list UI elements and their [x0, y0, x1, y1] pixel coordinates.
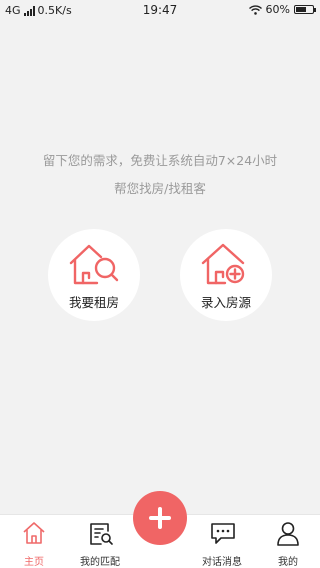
tab-my-matches[interactable]: 我的匹配: [68, 515, 132, 568]
tab-me-label: 我的: [278, 557, 298, 568]
enter-listing-button[interactable]: 录入房源: [180, 229, 272, 321]
status-bar: 4G 0.5K/s 19:47 60%: [0, 0, 320, 22]
home-icon: [23, 522, 45, 544]
user-icon: [277, 522, 299, 546]
tagline-line-1: 留下您的需求，免费让系统自动7×24小时: [42, 153, 278, 168]
tab-home[interactable]: 主页: [2, 515, 66, 568]
house-search-icon: [69, 244, 119, 285]
tagline-line-2: 帮您找房/找租客: [114, 181, 206, 196]
chat-icon: [211, 523, 235, 544]
tab-messages[interactable]: 对话消息: [190, 515, 254, 568]
house-add-icon: [201, 243, 245, 285]
battery-icon: [294, 5, 316, 14]
tab-me[interactable]: 我的: [256, 515, 320, 568]
enter-listing-label: 录入房源: [200, 295, 251, 310]
tab-messages-label: 对话消息: [202, 557, 242, 568]
match-document-icon: [90, 523, 113, 545]
add-plus-button[interactable]: [133, 491, 187, 545]
tab-home-label: 主页: [24, 557, 44, 568]
wifi-icon: [248, 4, 262, 15]
rent-house-button[interactable]: 我要租房: [48, 229, 140, 321]
battery-percent: 60%: [265, 3, 290, 16]
rent-house-label: 我要租房: [68, 295, 119, 310]
tab-my-matches-label: 我的匹配: [80, 557, 120, 568]
